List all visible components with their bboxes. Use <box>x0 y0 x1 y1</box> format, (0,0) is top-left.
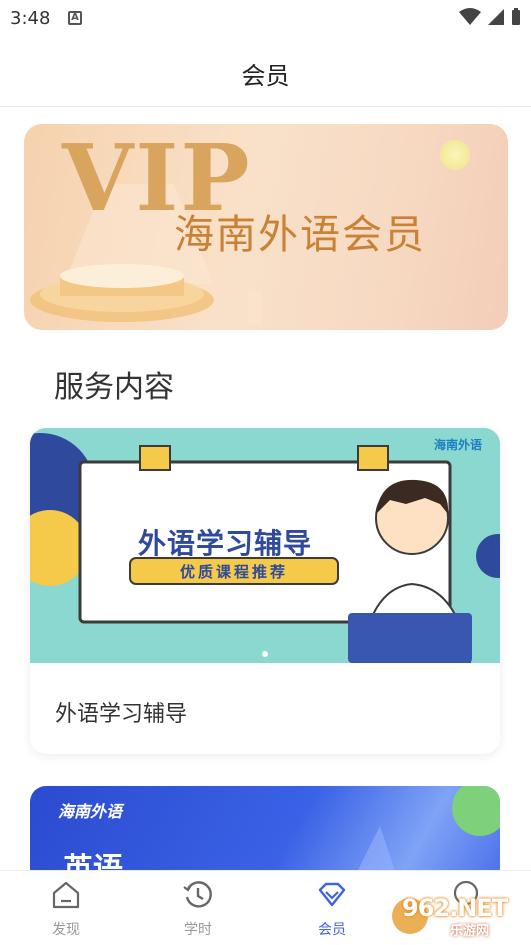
page-header: 会员 <box>0 36 531 107</box>
banner-subtitle: 海南外语会员 <box>174 212 426 258</box>
status-time: 3:48 <box>10 8 51 29</box>
battery-icon <box>512 8 520 25</box>
history-icon <box>183 881 212 908</box>
watermark-sub: 乐游网 <box>450 924 490 939</box>
card-image-tag: 优质课程推荐 <box>179 563 288 581</box>
card2-brand-logo: 海南外语 <box>58 802 123 821</box>
tab-study-hours[interactable]: 学时 <box>148 871 248 945</box>
status-icons <box>459 8 521 26</box>
vip-banner[interactable]: VIP 海南外语会员 <box>24 124 508 330</box>
home-icon <box>52 881 80 909</box>
status-bar: 3:48 A <box>0 0 531 36</box>
watermark-logo: 962.NET 乐游网 <box>390 888 530 940</box>
wifi-icon <box>459 8 481 25</box>
service-card-tutoring[interactable]: 外语学习辅导 优质课程推荐 海南外语 外语学习辅导 <box>30 428 500 754</box>
service-card-label: 外语学习辅导 <box>55 702 188 727</box>
watermark-text: 962.NET <box>402 894 508 922</box>
signal-icon <box>488 9 504 25</box>
tab-membership[interactable]: 会员 <box>282 871 382 945</box>
tab-label-discover: 发现 <box>52 922 80 938</box>
page-title: 会员 <box>241 62 290 90</box>
service-card-image: 外语学习辅导 优质课程推荐 海南外语 <box>30 428 500 663</box>
card-image-title: 外语学习辅导 <box>138 527 313 560</box>
tab-discover[interactable]: 发现 <box>16 871 116 945</box>
card-brand-logo: 海南外语 <box>434 438 483 452</box>
diamond-icon <box>318 882 346 907</box>
section-title: 服务内容 <box>54 370 174 405</box>
tab-label-membership: 会员 <box>318 922 346 938</box>
notification-a-icon: A <box>68 11 82 25</box>
tab-label-study-hours: 学时 <box>184 922 212 938</box>
